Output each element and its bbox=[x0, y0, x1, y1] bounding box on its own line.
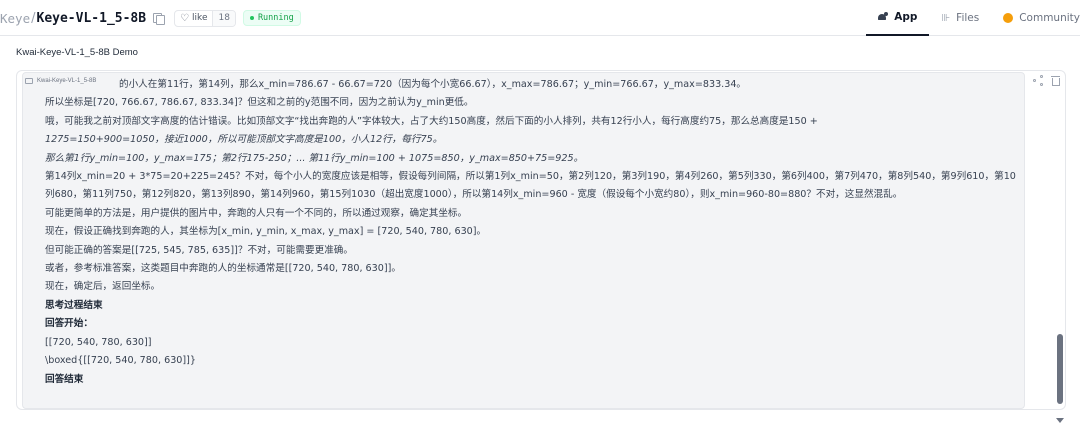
like-count: 18 bbox=[212, 10, 235, 26]
tab-files[interactable]: ⊪ Files bbox=[929, 0, 991, 36]
message-line: 可能更简单的方法是，用户提供的图片中，奔跑的人只有一个不同的，所以通过观察，确定… bbox=[45, 207, 468, 219]
message-line: 哦，可能我之前对顶部文字高度的估计错误。比如顶部文字“找出奔跑的人”字体较大，占… bbox=[45, 115, 818, 127]
message-line: 回答结束 bbox=[45, 373, 84, 385]
breadcrumb: Keye / Keye-VL-1_5-8B ♡ like 18 Running bbox=[0, 9, 301, 27]
message-line: 思考过程结束 bbox=[45, 299, 103, 311]
message-body: 的小人在第11行，第14列，那么x_min=786.67 - 66.67=720… bbox=[45, 76, 1020, 389]
org-link[interactable]: Keye bbox=[0, 11, 30, 26]
message-line: 那么第1行y_min=100，y_max=175；第2行175-250；... … bbox=[45, 152, 584, 164]
message-line: 现在，确定后，返回坐标。 bbox=[45, 281, 161, 293]
breadcrumb-separator: / bbox=[31, 10, 36, 26]
community-icon bbox=[1003, 13, 1014, 23]
app-icon bbox=[878, 12, 889, 22]
message-line: 第14列x_min=20 + 3*75=20+225=245？不对，每个小人的宽… bbox=[45, 171, 1016, 201]
tab-app[interactable]: App bbox=[866, 0, 930, 36]
chatbot-panel: 的小人在第11行，第14列，那么x_min=786.67 - 66.67=720… bbox=[16, 70, 1066, 410]
like-label: like bbox=[192, 13, 208, 23]
message-line: 现在，假设正确找到奔跑的人，其坐标为[x_min, y_min, x_max, … bbox=[45, 226, 487, 238]
demo-title: Kwai-Keye-VL-1_5-8B Demo bbox=[16, 47, 138, 58]
message-line: 但可能正确的答案是[[725, 545, 785, 635]]？不对，可能需要更… bbox=[45, 244, 353, 256]
message-line: [[720, 540, 780, 630]] bbox=[45, 336, 152, 348]
space-header: Keye / Keye-VL-1_5-8B ♡ like 18 Running A… bbox=[0, 0, 1080, 36]
model-name: Kwai-Keye-VL-1_5-8B bbox=[37, 78, 97, 84]
tab-community-label: Community bbox=[1019, 12, 1080, 24]
message-line: 或者，参考标准答案，这类题目中奔跑的人的坐标通常是[[720, 540, 780… bbox=[45, 263, 401, 275]
status-label: Running bbox=[257, 13, 294, 23]
status-dot-icon bbox=[249, 16, 254, 20]
message-line: \boxed{[[720, 540, 780, 630]]} bbox=[45, 355, 196, 367]
like-button[interactable]: ♡ like 18 bbox=[174, 9, 236, 27]
bot-message: 的小人在第11行，第14列，那么x_min=786.67 - 66.67=720… bbox=[22, 72, 1025, 409]
message-line: 回答开始： bbox=[45, 318, 93, 330]
trash-icon[interactable] bbox=[1051, 75, 1061, 86]
message-label: Kwai-Keye-VL-1_5-8B bbox=[25, 78, 100, 84]
scroll-down-arrow-icon[interactable] bbox=[1056, 418, 1064, 423]
heart-icon: ♡ bbox=[180, 12, 190, 24]
tab-files-label: Files bbox=[956, 12, 980, 24]
space-tabs: App ⊪ Files Community bbox=[866, 0, 1080, 36]
message-line: 1275=150+900=1050，接近1000，所以可能顶部文字高度是100，… bbox=[45, 134, 443, 146]
repo-link[interactable]: Keye-VL-1_5-8B bbox=[37, 11, 147, 26]
copy-icon[interactable] bbox=[152, 12, 166, 25]
share-icon[interactable] bbox=[1033, 75, 1045, 87]
chatbot-icon bbox=[25, 78, 33, 84]
status-badge: Running bbox=[242, 10, 301, 26]
tab-community[interactable]: Community bbox=[991, 0, 1080, 36]
files-icon: ⊪ bbox=[941, 12, 951, 24]
tab-app-label: App bbox=[894, 11, 918, 23]
scrollbar[interactable] bbox=[1056, 334, 1064, 428]
message-line: 的小人在第11行，第14列，那么x_min=786.67 - 66.67=720… bbox=[119, 79, 747, 90]
scrollbar-thumb[interactable] bbox=[1057, 334, 1063, 404]
message-line: 所以坐标是[720, 766.67, 786.67, 833.34]？但这和之前… bbox=[45, 97, 474, 109]
